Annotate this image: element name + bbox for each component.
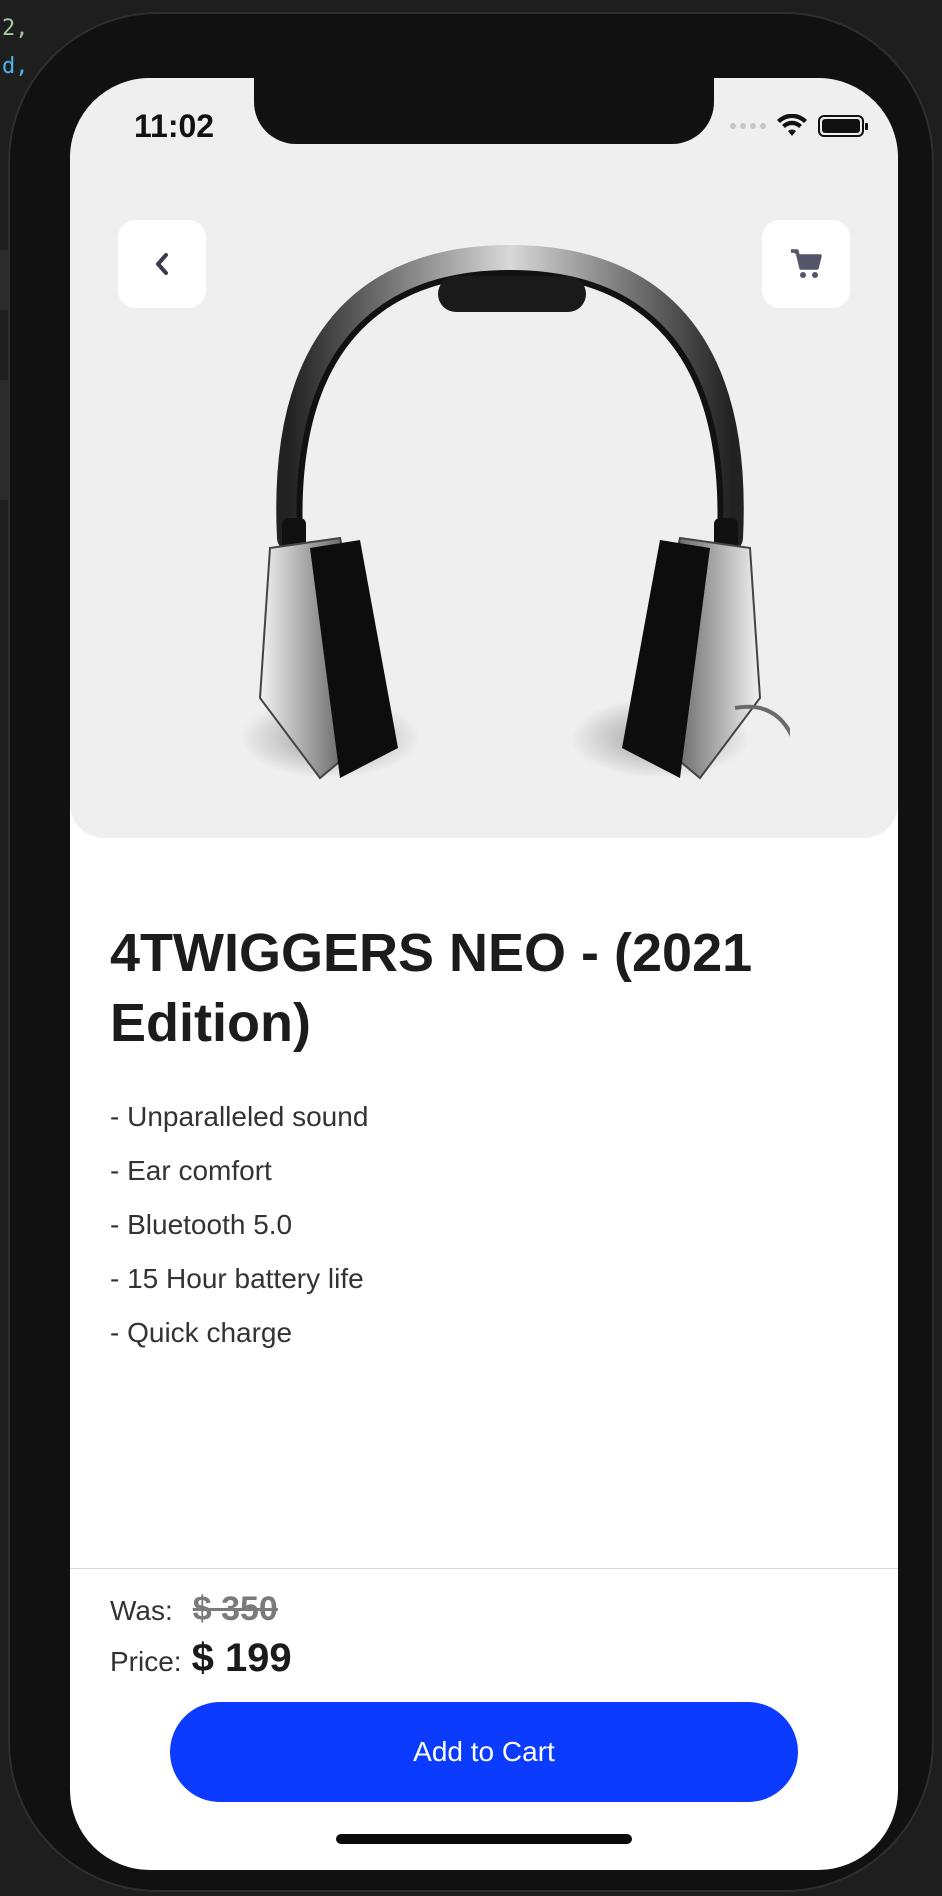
price-divider — [70, 1568, 898, 1569]
add-to-cart-button[interactable]: Add to Cart — [170, 1702, 798, 1802]
feature-item: - Quick charge — [110, 1317, 293, 1348]
code-fragment: 2, — [2, 16, 29, 41]
current-price: $ 199 — [191, 1636, 292, 1680]
price-block: Was: $ 350 Price: $ 199 — [110, 1590, 292, 1682]
headphones-image — [240, 244, 790, 780]
battery-icon — [818, 115, 868, 137]
cellular-signal-icon — [730, 123, 766, 129]
status-icons — [730, 114, 868, 138]
feature-list: - Unparalleled sound - Ear comfort - Blu… — [110, 1090, 368, 1360]
home-indicator — [336, 1834, 632, 1844]
wifi-icon — [777, 114, 807, 136]
original-price: $ 350 — [192, 1590, 278, 1628]
feature-item: - Bluetooth 5.0 — [110, 1209, 293, 1240]
shopping-cart-icon — [791, 249, 822, 278]
price-label: Price: — [110, 1646, 182, 1677]
product-title: 4TWIGGERS NEO - (2021 Edition) — [110, 923, 753, 1053]
device-notch — [254, 78, 714, 144]
code-fragment: d, — [2, 54, 29, 79]
feature-item: - 15 Hour battery life — [110, 1263, 364, 1294]
phone-frame: 11:02 4TWIGGERS NEO - (2021 Edition) - U… — [8, 12, 934, 1892]
feature-item: - Unparalleled sound — [110, 1101, 369, 1132]
was-label: Was: — [110, 1595, 173, 1626]
app-screen: 11:02 4TWIGGERS NEO - (2021 Edition) - U… — [70, 78, 898, 1870]
product-hero: 11:02 — [70, 78, 898, 838]
feature-item: - Ear comfort — [110, 1155, 272, 1186]
back-button[interactable] — [118, 220, 206, 308]
chevron-left-icon — [156, 253, 168, 275]
status-time: 11:02 — [134, 108, 215, 144]
